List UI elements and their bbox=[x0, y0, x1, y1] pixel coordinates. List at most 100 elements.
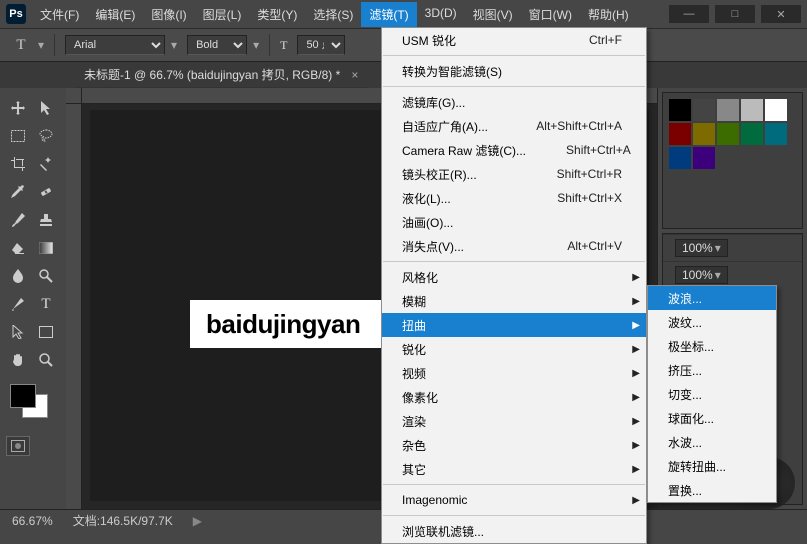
swatch[interactable] bbox=[669, 99, 691, 121]
swatch[interactable] bbox=[669, 147, 691, 169]
font-family-select[interactable]: Arial bbox=[65, 35, 165, 55]
menu-item[interactable]: 窗口(W) bbox=[521, 2, 580, 27]
arrow-tool[interactable] bbox=[34, 96, 58, 120]
filter-menu-item[interactable]: 浏览联机滤镜... bbox=[382, 519, 646, 543]
menu-item[interactable]: 类型(Y) bbox=[249, 2, 305, 27]
swatch[interactable] bbox=[669, 123, 691, 145]
heal-tool[interactable] bbox=[34, 180, 58, 204]
distort-submenu-item[interactable]: 置换... bbox=[648, 478, 776, 502]
menu-item[interactable]: 视图(V) bbox=[465, 2, 521, 27]
distort-submenu-item[interactable]: 波纹... bbox=[648, 310, 776, 334]
filter-menu-item[interactable]: 滤镜库(G)... bbox=[382, 90, 646, 114]
zoom-tool[interactable] bbox=[34, 348, 58, 372]
titlebar: Ps 文件(F)编辑(E)图像(I)图层(L)类型(Y)选择(S)滤镜(T)3D… bbox=[0, 0, 807, 28]
ruler-origin bbox=[66, 88, 82, 104]
swatch[interactable] bbox=[693, 123, 715, 145]
filter-menu-item[interactable]: 视频▶ bbox=[382, 361, 646, 385]
lasso-tool[interactable] bbox=[34, 124, 58, 148]
distort-submenu-item[interactable]: 旋转扭曲... bbox=[648, 454, 776, 478]
crop-tool[interactable] bbox=[6, 152, 30, 176]
document-tab[interactable]: 未标题-1 @ 66.7% (baidujingyan 拷贝, RGB/8) *… bbox=[74, 62, 368, 88]
font-weight-select[interactable]: Bold bbox=[187, 35, 247, 55]
filter-menu-item[interactable]: 消失点(V)...Alt+Ctrl+V bbox=[382, 234, 646, 258]
document-tab-close[interactable]: × bbox=[351, 68, 358, 82]
swatch[interactable] bbox=[765, 123, 787, 145]
app-logo: Ps bbox=[6, 4, 26, 24]
stamp-tool[interactable] bbox=[34, 208, 58, 232]
gradient-tool[interactable] bbox=[34, 236, 58, 260]
filter-menu-item[interactable]: 杂色▶ bbox=[382, 433, 646, 457]
path-select-tool[interactable] bbox=[6, 320, 30, 344]
filter-menu-item[interactable]: 其它▶ bbox=[382, 457, 646, 481]
menubar: 文件(F)编辑(E)图像(I)图层(L)类型(Y)选择(S)滤镜(T)3D(D)… bbox=[32, 2, 637, 27]
menu-item[interactable]: 编辑(E) bbox=[87, 2, 143, 27]
filter-menu-item[interactable]: 扭曲▶ bbox=[382, 313, 646, 337]
distort-submenu-item[interactable]: 波浪... bbox=[648, 286, 776, 310]
filter-menu-item[interactable]: 模糊▶ bbox=[382, 289, 646, 313]
filter-menu-item[interactable]: 自适应广角(A)...Alt+Shift+Ctrl+A bbox=[382, 114, 646, 138]
menu-item[interactable]: 文件(F) bbox=[32, 2, 87, 27]
zoom-level[interactable]: 66.67% bbox=[12, 514, 53, 528]
eyedropper-tool[interactable] bbox=[6, 180, 30, 204]
type-tool-icon[interactable]: T bbox=[10, 34, 32, 56]
menu-item[interactable]: 滤镜(T) bbox=[361, 2, 416, 27]
eraser-tool[interactable] bbox=[6, 236, 30, 260]
dodge-tool[interactable] bbox=[34, 264, 58, 288]
toolbox: T bbox=[0, 88, 66, 509]
hand-tool[interactable] bbox=[6, 348, 30, 372]
distort-submenu-item[interactable]: 极坐标... bbox=[648, 334, 776, 358]
distort-submenu-item[interactable]: 水波... bbox=[648, 430, 776, 454]
window-controls: — □ ✕ bbox=[669, 5, 801, 23]
menu-item[interactable]: 选择(S) bbox=[305, 2, 361, 27]
quickmask-toggle[interactable] bbox=[6, 436, 30, 456]
filter-menu-item[interactable]: 转换为智能滤镜(S) bbox=[382, 59, 646, 83]
filter-menu-item[interactable]: 镜头校正(R)...Shift+Ctrl+R bbox=[382, 162, 646, 186]
filter-menu-item[interactable]: 风格化▶ bbox=[382, 265, 646, 289]
swatch[interactable] bbox=[741, 99, 763, 121]
color-swatches[interactable] bbox=[6, 382, 60, 426]
fill-value[interactable]: 100% bbox=[675, 266, 728, 284]
type-tool[interactable]: T bbox=[34, 292, 58, 316]
filter-menu-item[interactable]: 油画(O)... bbox=[382, 210, 646, 234]
tool-preset-dropdown[interactable]: ▾ bbox=[38, 38, 44, 52]
menu-item[interactable]: 帮助(H) bbox=[580, 2, 637, 27]
menu-item[interactable]: 图像(I) bbox=[143, 2, 194, 27]
maximize-button[interactable]: □ bbox=[715, 5, 755, 23]
size-icon: T bbox=[280, 38, 287, 53]
filter-menu-item[interactable]: 渲染▶ bbox=[382, 409, 646, 433]
swatch[interactable] bbox=[717, 99, 739, 121]
ruler-vertical[interactable] bbox=[66, 104, 82, 509]
move-tool[interactable] bbox=[6, 96, 30, 120]
filter-menu-dropdown: USM 锐化Ctrl+F 转换为智能滤镜(S) 滤镜库(G)...自适应广角(A).… bbox=[381, 27, 647, 544]
brush-tool[interactable] bbox=[6, 208, 30, 232]
doc-info[interactable]: 文档:146.5K/97.7K bbox=[73, 512, 173, 529]
filter-menu-item[interactable]: Camera Raw 滤镜(C)...Shift+Ctrl+A bbox=[382, 138, 646, 162]
filter-menu-item[interactable]: Imagenomic▶ bbox=[382, 488, 646, 512]
minimize-button[interactable]: — bbox=[669, 5, 709, 23]
document-tab-label: 未标题-1 @ 66.7% (baidujingyan 拷贝, RGB/8) * bbox=[84, 68, 340, 82]
magic-wand-tool[interactable] bbox=[34, 152, 58, 176]
distort-submenu-item[interactable]: 切变... bbox=[648, 382, 776, 406]
menu-item[interactable]: 图层(L) bbox=[195, 2, 250, 27]
foreground-color[interactable] bbox=[10, 384, 36, 408]
filter-menu-item[interactable]: USM 锐化Ctrl+F bbox=[382, 28, 646, 52]
swatch[interactable] bbox=[741, 123, 763, 145]
opacity-value[interactable]: 100% bbox=[675, 239, 728, 257]
distort-submenu-item[interactable]: 球面化... bbox=[648, 406, 776, 430]
swatch[interactable] bbox=[693, 99, 715, 121]
filter-menu-item[interactable]: 锐化▶ bbox=[382, 337, 646, 361]
menu-item[interactable]: 3D(D) bbox=[417, 2, 465, 27]
font-size-select[interactable]: 50 点 bbox=[297, 35, 345, 55]
shape-tool[interactable] bbox=[34, 320, 58, 344]
swatch[interactable] bbox=[717, 123, 739, 145]
swatch[interactable] bbox=[765, 99, 787, 121]
distort-submenu-item[interactable]: 挤压... bbox=[648, 358, 776, 382]
close-button[interactable]: ✕ bbox=[761, 5, 801, 23]
swatch[interactable] bbox=[693, 147, 715, 169]
filter-menu-item[interactable]: 像素化▶ bbox=[382, 385, 646, 409]
marquee-tool[interactable] bbox=[6, 124, 30, 148]
swatches-panel[interactable] bbox=[662, 92, 803, 229]
pen-tool[interactable] bbox=[6, 292, 30, 316]
blur-tool[interactable] bbox=[6, 264, 30, 288]
filter-menu-item[interactable]: 液化(L)...Shift+Ctrl+X bbox=[382, 186, 646, 210]
